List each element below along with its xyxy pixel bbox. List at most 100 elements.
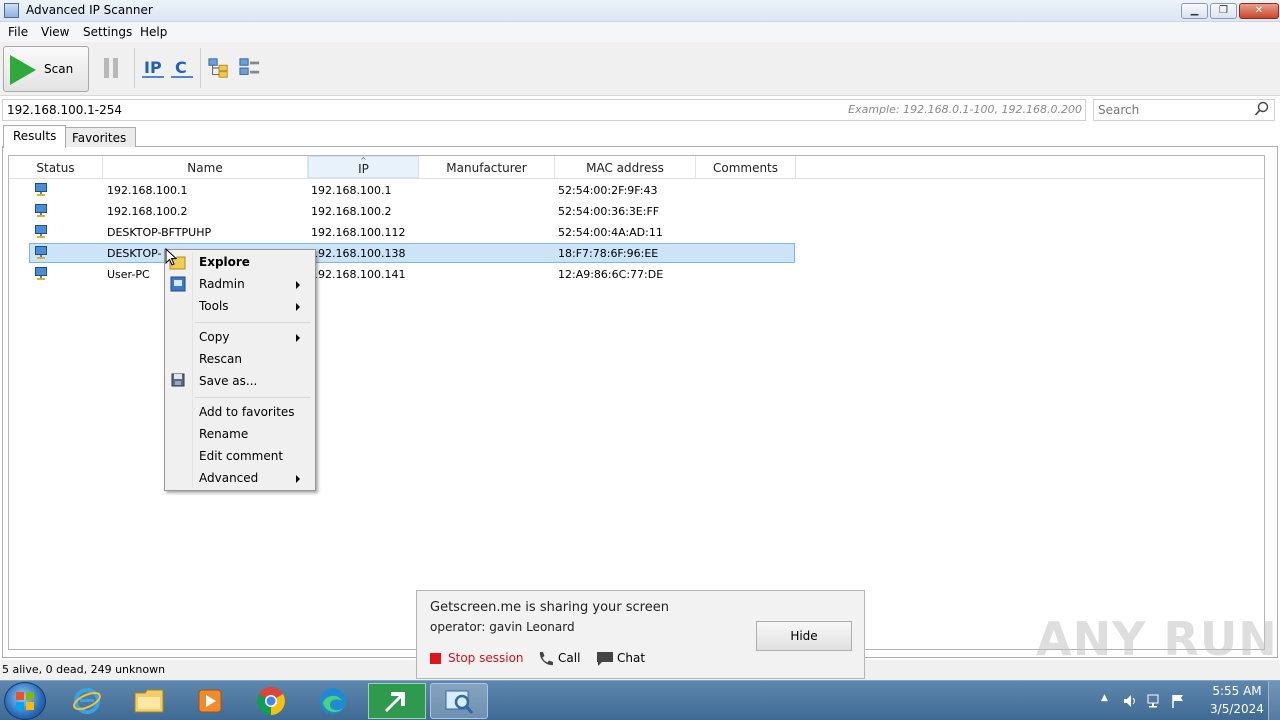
class-c-subnet-icon[interactable]: C xyxy=(171,56,193,80)
clock-date[interactable]: 3/5/2024 xyxy=(1209,702,1265,716)
column-status[interactable]: Status xyxy=(9,156,103,178)
menu-item-explore[interactable]: Explore xyxy=(199,255,250,269)
menu-settings[interactable]: Settings xyxy=(83,25,132,39)
folder-icon xyxy=(134,689,164,713)
row-name: User-PC xyxy=(107,268,150,281)
start-button[interactable] xyxy=(4,682,46,720)
chrome-icon xyxy=(257,687,285,715)
row-name: DESKTOP- xyxy=(107,247,162,260)
row-ip: 192.168.100.141 xyxy=(311,268,406,281)
volume-icon[interactable] xyxy=(1122,693,1138,709)
menu-item-rename[interactable]: Rename xyxy=(199,427,248,441)
menu-item-tools[interactable]: Tools xyxy=(199,299,229,313)
svg-text:C: C xyxy=(175,58,187,77)
menu-item-add-to-favorites[interactable]: Add to favorites xyxy=(199,405,295,419)
windows-logo-icon xyxy=(16,692,34,710)
taskbar-advanced-ip-scanner[interactable] xyxy=(430,683,488,719)
taskbar: ▲ xyxy=(0,680,1280,720)
window-title: Advanced IP Scanner xyxy=(26,3,153,17)
computer-icon xyxy=(35,246,47,259)
menu-item-edit-comment[interactable]: Edit comment xyxy=(199,449,283,463)
edge-icon xyxy=(320,688,346,714)
menu-item-save-as[interactable]: Save as... xyxy=(199,374,257,388)
table-row[interactable]: DESKTOP-BFTPUHP 192.168.100.112 52:54:00… xyxy=(9,222,1264,243)
menu-separator xyxy=(195,397,311,398)
ip-scan-icon[interactable]: IP xyxy=(142,56,164,80)
minimize-button[interactable]: ▁ xyxy=(1181,3,1208,19)
clock-time[interactable]: 5:55 AM xyxy=(1209,684,1265,698)
screen-sharing-popup: Getscreen.me is sharing your screen oper… xyxy=(416,590,865,679)
hide-button[interactable]: Hide xyxy=(756,621,852,651)
row-ip: 192.168.100.112 xyxy=(311,226,406,239)
internet-explorer-icon xyxy=(73,688,101,714)
row-ip: 192.168.100.138 xyxy=(311,247,406,260)
pause-button[interactable] xyxy=(100,42,124,96)
tab-favorites[interactable]: Favorites xyxy=(62,127,137,147)
row-mac: 12:A9:86:6C:77:DE xyxy=(558,268,664,281)
computer-icon xyxy=(35,267,47,280)
submenu-arrow-icon xyxy=(296,475,300,483)
call-button[interactable]: Call xyxy=(558,651,580,665)
action-center-flag-icon[interactable] xyxy=(1170,693,1186,709)
column-comments[interactable]: Comments xyxy=(696,156,796,178)
column-mac[interactable]: MAC address xyxy=(555,156,696,178)
row-name: 192.168.100.2 xyxy=(107,205,188,218)
taskbar-edge[interactable] xyxy=(306,683,362,719)
row-ip: 192.168.100.1 xyxy=(311,184,392,197)
tray-expand-icon[interactable]: ▲ xyxy=(1101,693,1108,703)
context-menu: Explore Radmin Tools Copy Rescan Save as… xyxy=(164,249,316,491)
menu-item-rescan[interactable]: Rescan xyxy=(199,352,242,366)
toolbar-separator xyxy=(134,48,135,88)
network-icon[interactable] xyxy=(1146,693,1162,709)
menu-item-advanced[interactable]: Advanced xyxy=(199,471,258,485)
maximize-button[interactable]: ❐ xyxy=(1210,3,1237,19)
menu-help[interactable]: Help xyxy=(140,25,167,39)
row-ip: 192.168.100.2 xyxy=(311,205,392,218)
sharing-title: Getscreen.me is sharing your screen xyxy=(430,600,669,615)
pause-icon xyxy=(104,58,109,78)
row-name: 192.168.100.1 xyxy=(107,184,188,197)
row-name: DESKTOP-BFTPUHP xyxy=(107,226,212,239)
search-input[interactable] xyxy=(1093,99,1275,121)
menu-file[interactable]: File xyxy=(8,25,28,39)
chat-button[interactable]: Chat xyxy=(617,651,645,665)
sort-up-icon: ^ xyxy=(360,156,367,165)
menu-separator xyxy=(195,322,311,323)
media-player-icon xyxy=(198,689,222,713)
show-desktop-button[interactable] xyxy=(1268,681,1280,720)
phone-icon xyxy=(539,652,553,666)
scan-status-text: 5 alive, 0 dead, 249 unknown xyxy=(2,663,166,676)
expand-all-icon[interactable] xyxy=(208,56,230,80)
taskbar-file-explorer[interactable] xyxy=(122,683,178,719)
list-header: Status Name ^ IP Manufacturer MAC addres… xyxy=(9,156,1264,179)
column-name[interactable]: Name xyxy=(103,156,308,178)
menu-item-copy[interactable]: Copy xyxy=(199,330,229,344)
stop-session-button[interactable]: Stop session xyxy=(448,651,524,665)
taskbar-chrome[interactable] xyxy=(244,683,300,719)
table-row[interactable]: 192.168.100.1 192.168.100.1 52:54:00:2F:… xyxy=(9,180,1264,201)
chat-icon xyxy=(597,652,613,666)
collapse-all-icon[interactable] xyxy=(239,56,261,80)
save-icon xyxy=(171,373,185,387)
row-mac: 52:54:00:36:3E:FF xyxy=(558,205,660,218)
menu-item-radmin[interactable]: Radmin xyxy=(199,277,245,291)
address-row: Example: 192.168.0.1-100, 192.168.0.200 xyxy=(0,97,1280,123)
mouse-cursor-icon xyxy=(165,248,177,266)
app-icon xyxy=(4,3,19,18)
column-ip[interactable]: ^ IP xyxy=(308,156,419,178)
stop-icon xyxy=(430,653,441,664)
scan-button[interactable]: Scan xyxy=(3,46,89,92)
tab-results[interactable]: Results xyxy=(3,125,67,148)
title-bar: Advanced IP Scanner ▁ ❐ ✕ xyxy=(0,0,1280,22)
close-button[interactable]: ✕ xyxy=(1239,3,1279,19)
table-row[interactable]: 192.168.100.2 192.168.100.2 52:54:00:36:… xyxy=(9,201,1264,222)
tab-strip: Results Favorites xyxy=(0,125,1280,148)
taskbar-getscreen[interactable] xyxy=(368,683,426,719)
svg-text:IP: IP xyxy=(144,58,162,77)
submenu-arrow-icon xyxy=(296,334,300,342)
search-icon[interactable] xyxy=(1254,101,1270,117)
taskbar-internet-explorer[interactable] xyxy=(60,683,116,719)
menu-view[interactable]: View xyxy=(41,25,69,39)
taskbar-media-player[interactable] xyxy=(182,683,238,719)
column-manufacturer[interactable]: Manufacturer xyxy=(419,156,555,178)
